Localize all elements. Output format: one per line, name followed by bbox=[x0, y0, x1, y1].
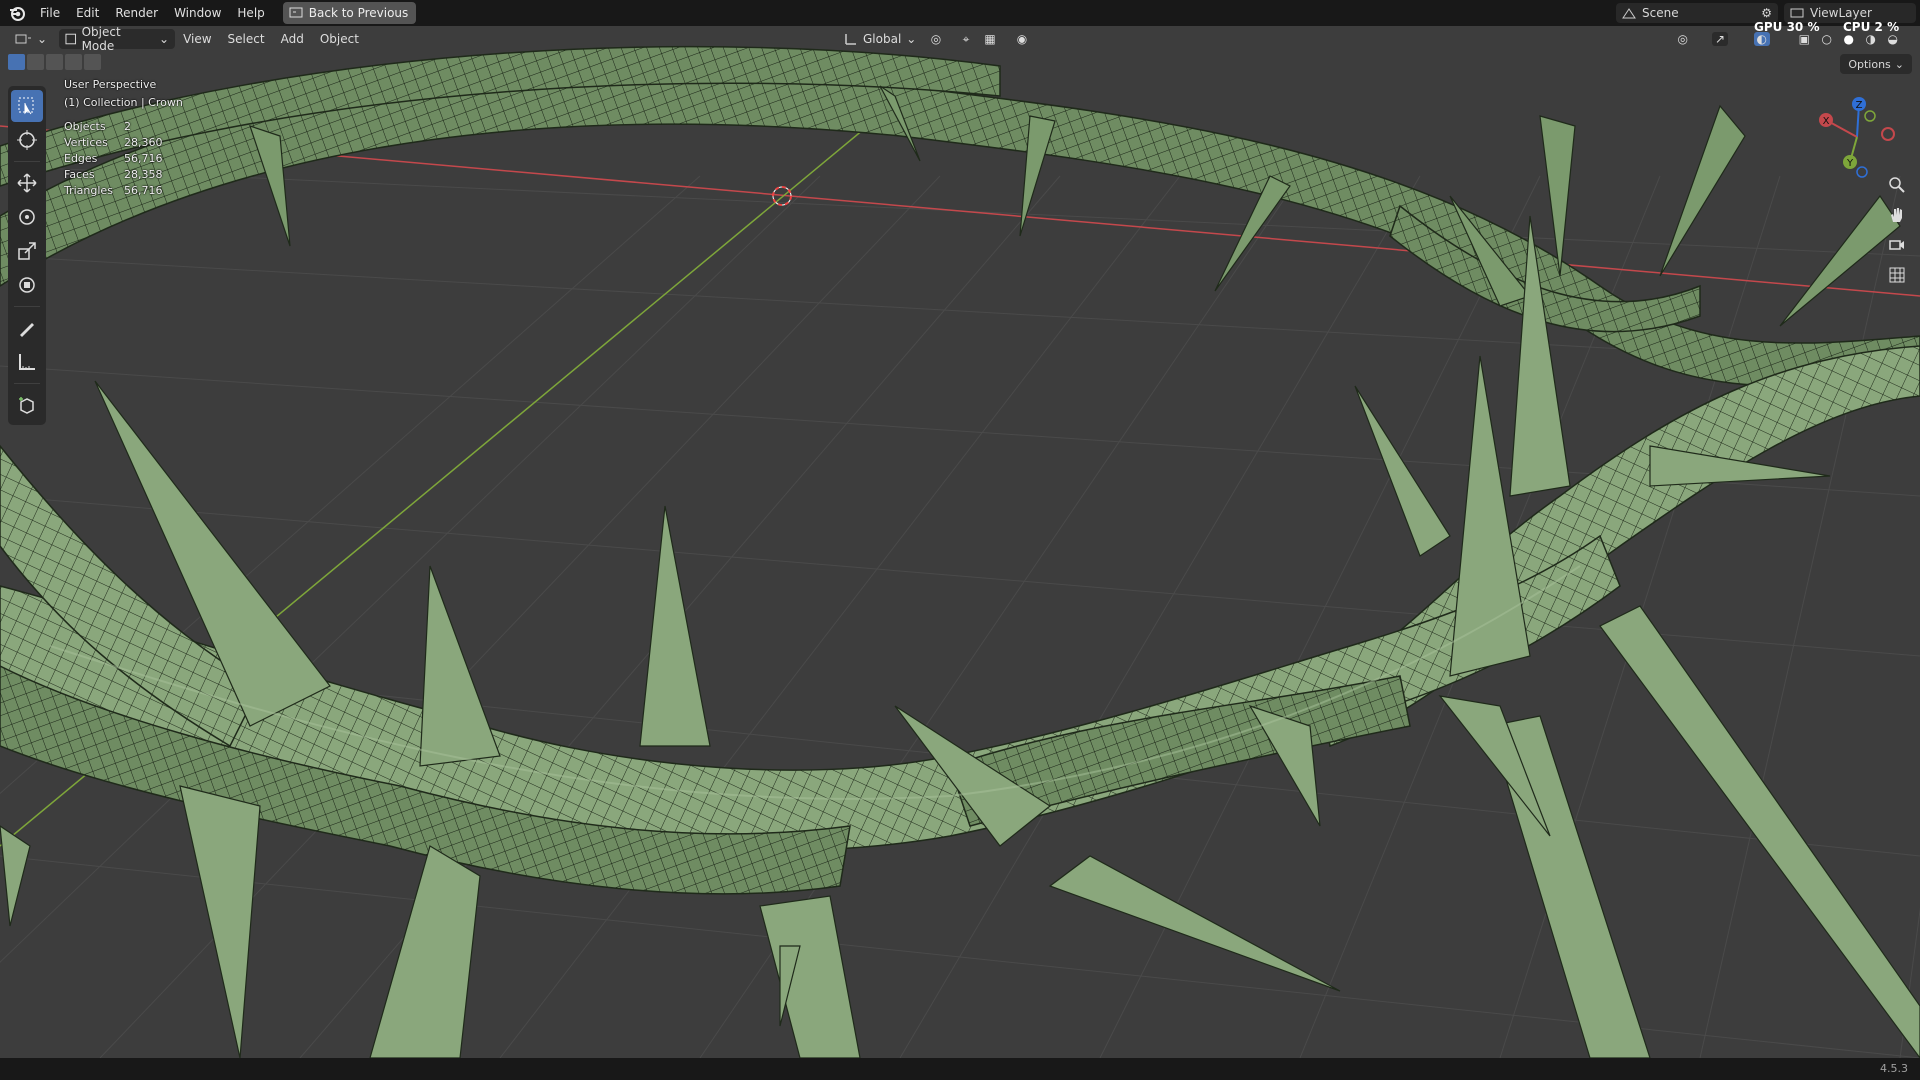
scene-statistics: Objects 2 Vertices 28,360 Edges 56,716 F… bbox=[64, 120, 183, 197]
stat-label: Faces bbox=[64, 168, 95, 181]
tool-shelf bbox=[8, 86, 46, 425]
stat-value: 28,360 bbox=[124, 136, 163, 149]
viewport-navigation-buttons bbox=[1884, 172, 1910, 288]
cube-add-icon bbox=[19, 397, 34, 414]
visibility-icon[interactable]: ◎ bbox=[1678, 32, 1688, 46]
zoom-icon[interactable] bbox=[1884, 172, 1910, 198]
measure-tool[interactable] bbox=[11, 346, 43, 378]
back-to-previous-button[interactable]: Back to Previous bbox=[282, 2, 417, 24]
add-cube-tool[interactable] bbox=[11, 389, 43, 421]
stat-value: 28,358 bbox=[124, 168, 163, 181]
object-mode-icon bbox=[65, 33, 77, 45]
gizmo-z-label: Z bbox=[1856, 100, 1863, 111]
xray-icon[interactable]: ▣ bbox=[1799, 32, 1810, 46]
crosshair-icon bbox=[17, 130, 37, 150]
pan-hand-icon[interactable] bbox=[1884, 202, 1910, 228]
snap-target-icon[interactable]: ▦ bbox=[978, 32, 1002, 46]
select-difference-icon[interactable] bbox=[65, 54, 82, 70]
chevron-down-icon: ⌄ bbox=[1894, 57, 1904, 71]
collection-label: (1) Collection | Crown bbox=[64, 96, 183, 109]
chevron-down-icon: ⌄ bbox=[37, 32, 48, 46]
stat-value: 56,716 bbox=[124, 152, 163, 165]
snap-toggle-icon[interactable]: ⌖ bbox=[956, 32, 976, 47]
view-layer-icon bbox=[1790, 8, 1804, 18]
stat-label: Objects bbox=[64, 120, 106, 133]
stat-label: Edges bbox=[64, 152, 98, 165]
transform-tool[interactable] bbox=[11, 269, 43, 301]
stat-label: Triangles bbox=[64, 184, 113, 197]
orientation-dropdown[interactable]: Global ⌄ bbox=[838, 29, 922, 49]
3d-viewport[interactable]: ⌄ Object Mode ⌄ View Select Add Object G… bbox=[0, 26, 1920, 1058]
top-bar: File Edit Render Window Help Back to Pre… bbox=[0, 0, 1920, 26]
blender-logo-icon[interactable] bbox=[6, 2, 28, 24]
menu-edit[interactable]: Edit bbox=[68, 0, 107, 26]
pencil-icon bbox=[20, 323, 34, 337]
scale-icon bbox=[18, 242, 36, 260]
orientation-label: Global bbox=[863, 32, 902, 46]
stat-value: 2 bbox=[124, 120, 131, 133]
select-new-icon[interactable] bbox=[8, 54, 25, 70]
select-subtract-icon[interactable] bbox=[46, 54, 63, 70]
scene-canvas bbox=[0, 45, 1920, 1058]
options-label: Options bbox=[1848, 57, 1891, 71]
shading-wireframe-icon[interactable]: ○ bbox=[1822, 32, 1832, 46]
ruler-icon bbox=[19, 354, 35, 370]
gizmo-x-label: X bbox=[1823, 116, 1830, 127]
gizmo-y-label: Y bbox=[1846, 158, 1854, 169]
stat-label: Vertices bbox=[64, 136, 108, 149]
menu-window[interactable]: Window bbox=[166, 0, 229, 26]
camera-view-icon[interactable] bbox=[1884, 232, 1910, 258]
menu-help[interactable]: Help bbox=[229, 0, 272, 26]
scene-icon bbox=[1622, 8, 1636, 19]
navigation-gizmo[interactable]: Z X Y bbox=[1812, 92, 1902, 182]
transform-orientation-icon bbox=[845, 34, 856, 45]
overlay-toggle-icon[interactable]: ◐ bbox=[1753, 32, 1770, 46]
scene-name: Scene bbox=[1642, 6, 1679, 20]
view-layer-name: ViewLayer bbox=[1810, 6, 1872, 20]
pivot-icon[interactable]: ◎ bbox=[924, 32, 948, 46]
viewport-menu-view[interactable]: View bbox=[175, 32, 219, 46]
select-extend-icon[interactable] bbox=[27, 54, 44, 70]
shading-material-icon[interactable]: ◑ bbox=[1866, 32, 1876, 46]
viewport-menu-object[interactable]: Object bbox=[312, 32, 367, 46]
mode-dropdown[interactable]: Object Mode ⌄ bbox=[59, 26, 176, 53]
annotate-tool[interactable] bbox=[11, 312, 43, 344]
viewport-info-overlay: User Perspective (1) Collection | Crown … bbox=[64, 76, 183, 197]
proportional-edit-icon[interactable]: ◉ bbox=[1012, 32, 1032, 46]
select-box-tool[interactable] bbox=[11, 90, 43, 122]
status-bar: 4.5.3 bbox=[0, 1058, 1920, 1080]
editor-type-dropdown[interactable]: ⌄ bbox=[8, 29, 53, 49]
perspective-toggle-icon[interactable] bbox=[1884, 262, 1910, 288]
cursor-arrow-icon bbox=[18, 97, 34, 115]
stat-value: 56,716 bbox=[124, 184, 163, 197]
options-dropdown[interactable]: Options ⌄ bbox=[1840, 54, 1912, 74]
pin-icon[interactable]: ⚙ bbox=[1761, 6, 1772, 20]
shading-rendered-icon[interactable]: ◒ bbox=[1888, 32, 1898, 46]
menu-render[interactable]: Render bbox=[107, 0, 166, 26]
version-label: 4.5.3 bbox=[1880, 1062, 1908, 1075]
scale-tool[interactable] bbox=[11, 235, 43, 267]
select-intersect-icon[interactable] bbox=[84, 54, 101, 70]
cursor-tool[interactable] bbox=[11, 124, 43, 156]
back-to-previous-label: Back to Previous bbox=[308, 6, 409, 20]
viewport-header: ⌄ Object Mode ⌄ View Select Add Object G… bbox=[0, 26, 1920, 53]
move-arrows-icon bbox=[17, 173, 37, 193]
move-tool[interactable] bbox=[11, 167, 43, 199]
viewport-menu-add[interactable]: Add bbox=[273, 32, 312, 46]
rotate-icon bbox=[19, 209, 35, 225]
viewport-menu-select[interactable]: Select bbox=[220, 32, 273, 46]
transform-icon bbox=[19, 277, 35, 293]
perspective-label: User Perspective bbox=[64, 78, 157, 91]
chevron-down-icon: ⌄ bbox=[906, 32, 917, 46]
rotate-tool[interactable] bbox=[11, 201, 43, 233]
editor-type-icon bbox=[15, 34, 31, 44]
crown-back-branches bbox=[0, 45, 1920, 387]
screen-icon bbox=[289, 7, 303, 18]
chevron-down-icon: ⌄ bbox=[159, 32, 170, 46]
menu-file[interactable]: File bbox=[32, 0, 68, 26]
mode-label: Object Mode bbox=[81, 26, 121, 53]
shading-solid-icon[interactable]: ● bbox=[1844, 32, 1854, 46]
selection-mode-buttons bbox=[8, 54, 101, 70]
gizmo-toggle-icon[interactable]: ↗ bbox=[1711, 32, 1728, 46]
